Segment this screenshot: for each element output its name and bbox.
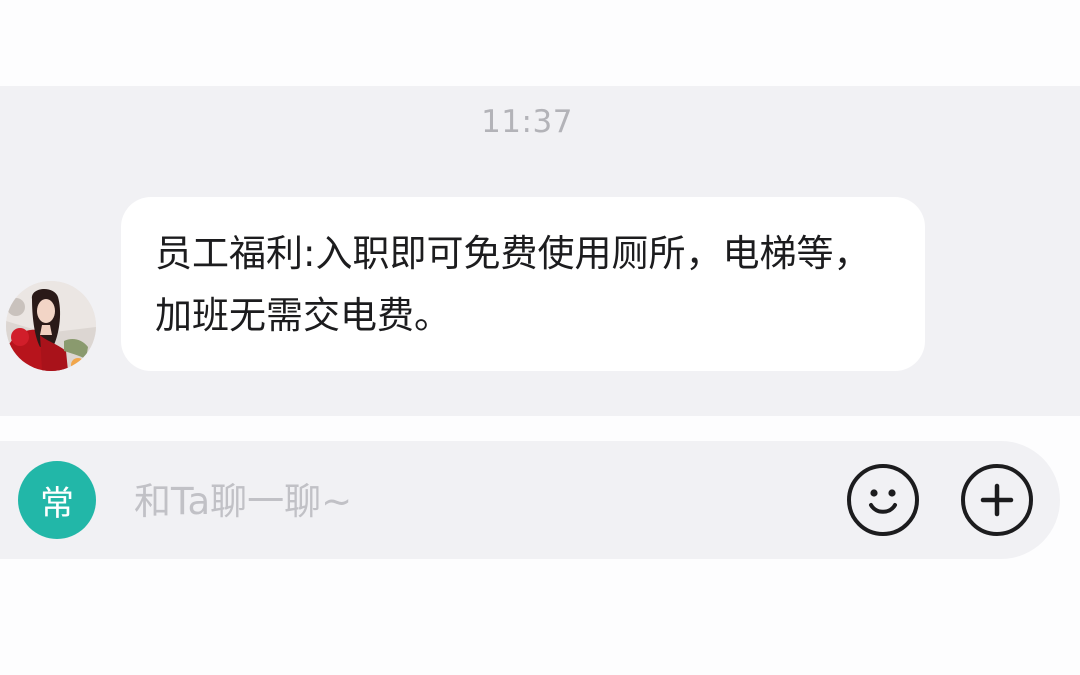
add-attachment-button[interactable] [961,464,1033,536]
chat-screen: 11:37 员工福利:入职即可免费使用厕所，电梯等，加班无需交电费。 常 [0,0,1080,675]
avatar-image [6,281,96,371]
message-input[interactable] [134,475,814,527]
smiley-face-icon [869,489,897,514]
sender-avatar[interactable] [6,281,96,371]
quick-phrase-button[interactable]: 常 [18,461,96,539]
emoji-button[interactable] [847,464,919,536]
message-timestamp: 11:37 [481,104,573,140]
message-bubble[interactable]: 员工福利:入职即可免费使用厕所，电梯等，加班无需交电费。 [121,197,925,371]
plus-icon [980,483,1014,517]
message-text: 员工福利:入职即可免费使用厕所，电梯等，加班无需交电费。 [155,232,871,337]
